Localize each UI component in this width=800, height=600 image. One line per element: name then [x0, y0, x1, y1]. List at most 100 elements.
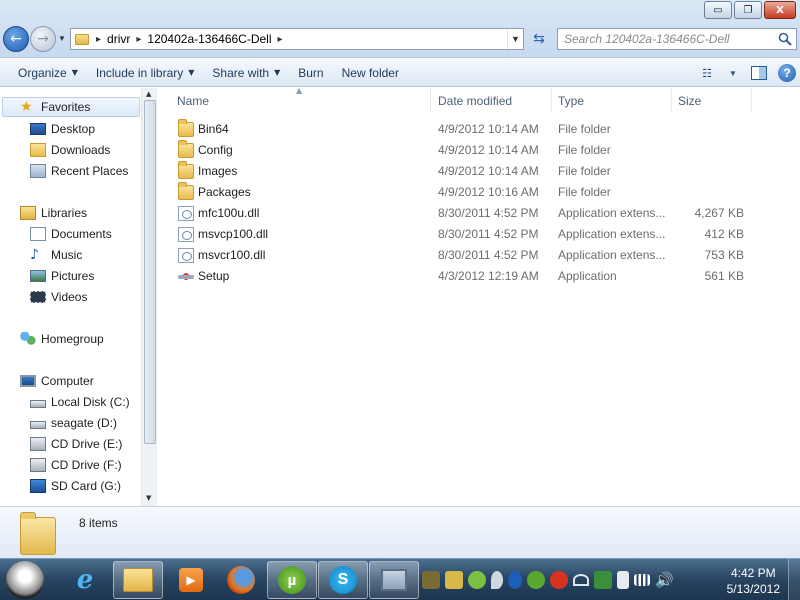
- address-bar[interactable]: ▸ drivr ▸ 120402a-136466C-Dell ▸ ▼: [70, 28, 524, 50]
- file-name: msvcp100.dll: [198, 227, 269, 241]
- start-button[interactable]: [6, 561, 44, 599]
- preview-pane-button[interactable]: [746, 63, 772, 83]
- file-row[interactable]: Setup 4/3/2012 12:19 AM Application 561 …: [158, 266, 800, 287]
- forward-button[interactable]: →: [30, 26, 56, 52]
- breadcrumb-arrow-icon[interactable]: ▸: [278, 34, 283, 45]
- recent-pages-button[interactable]: ▼: [58, 34, 66, 43]
- chevron-down-icon: ▼: [58, 34, 66, 43]
- downloads-icon: [30, 143, 46, 157]
- nav-drive-e[interactable]: CD Drive (E:): [30, 434, 122, 454]
- organize-button[interactable]: Organize ▼: [9, 59, 87, 86]
- burn-button[interactable]: Burn: [289, 59, 332, 86]
- file-type: Application extens...: [558, 206, 666, 220]
- security-shield-icon[interactable]: [594, 571, 612, 589]
- search-box[interactable]: [557, 28, 797, 50]
- search-icon[interactable]: [774, 32, 796, 46]
- column-header-date-modified[interactable]: Date modified: [432, 88, 552, 113]
- breadcrumb-item[interactable]: 120402a-136466C-Dell: [145, 32, 273, 46]
- utorrent-tray-icon[interactable]: [527, 571, 545, 589]
- back-button[interactable]: ←: [3, 26, 29, 52]
- include-in-library-button[interactable]: Include in library ▼: [87, 59, 204, 86]
- taskbar-remote-desktop[interactable]: [369, 561, 419, 599]
- nav-recent-places-label: Recent Places: [51, 164, 129, 178]
- refresh-button[interactable]: ⇆: [527, 28, 551, 50]
- file-row[interactable]: mfc100u.dll 8/30/2011 4:52 PM Applicatio…: [158, 203, 800, 224]
- new-folder-button[interactable]: New folder: [333, 59, 408, 86]
- nav-drive-c[interactable]: Local Disk (C:): [30, 392, 130, 412]
- taskbar-utorrent[interactable]: µ: [267, 561, 317, 599]
- file-row[interactable]: Images 4/9/2012 10:14 AM File folder: [158, 161, 800, 182]
- close-button[interactable]: X: [764, 1, 796, 19]
- nav-recent-places[interactable]: Recent Places: [30, 161, 128, 181]
- show-desktop-button[interactable]: [788, 559, 800, 600]
- taskbar: e ▶ µ S 🔊 4:42 PM 5/13/2012: [0, 558, 800, 600]
- volume-icon[interactable]: 🔊: [655, 571, 674, 589]
- column-header-size[interactable]: Size: [672, 88, 752, 113]
- column-header-name[interactable]: Name: [171, 88, 431, 113]
- column-header-type[interactable]: Type: [552, 88, 672, 113]
- file-size: 4,267 KB: [694, 206, 744, 220]
- dll-icon: [178, 206, 194, 221]
- documents-icon: [30, 227, 46, 241]
- usb-device-icon[interactable]: [617, 571, 629, 589]
- nav-downloads[interactable]: Downloads: [30, 140, 110, 160]
- wireless-icon[interactable]: [573, 574, 589, 586]
- taskbar-windows-explorer[interactable]: [113, 561, 163, 599]
- minimize-button[interactable]: ▭: [704, 1, 732, 19]
- notification-area: 🔊: [422, 565, 712, 595]
- change-view-button[interactable]: ☷: [694, 63, 720, 83]
- file-row[interactable]: Config 4/9/2012 10:14 AM File folder: [158, 140, 800, 161]
- nav-documents[interactable]: Documents: [30, 224, 112, 244]
- command-bar: Organize ▼ Include in library ▼ Share with…: [0, 59, 800, 87]
- taskbar-media-player[interactable]: ▶: [166, 561, 216, 599]
- taskbar-internet-explorer[interactable]: e: [60, 561, 110, 599]
- tray-app-icon[interactable]: [422, 571, 440, 589]
- nav-drive-d[interactable]: seagate (D:): [30, 413, 117, 433]
- taskbar-firefox[interactable]: [216, 561, 266, 599]
- maximize-button[interactable]: ❐: [734, 1, 762, 19]
- sd-card-icon: [30, 479, 46, 493]
- tray-red-icon[interactable]: [550, 571, 568, 589]
- homegroup-icon: [20, 332, 36, 346]
- breadcrumb-arrow-icon[interactable]: ▸: [96, 34, 101, 45]
- nav-drive-f[interactable]: CD Drive (F:): [30, 455, 122, 475]
- file-row[interactable]: msvcr100.dll 8/30/2011 4:52 PM Applicati…: [158, 245, 800, 266]
- network-signal-icon[interactable]: [634, 574, 650, 586]
- scroll-down-icon[interactable]: ▼: [146, 494, 151, 502]
- scroll-up-icon[interactable]: ▲: [146, 90, 151, 98]
- navigation-scrollbar[interactable]: ▲ ▼: [141, 88, 157, 506]
- nav-libraries[interactable]: Libraries: [20, 203, 87, 223]
- nav-favorites[interactable]: ★ Favorites: [2, 97, 140, 117]
- file-row[interactable]: msvcp100.dll 8/30/2011 4:52 PM Applicati…: [158, 224, 800, 245]
- scrollbar-thumb[interactable]: [144, 100, 156, 444]
- cd-drive-icon: [30, 437, 46, 451]
- breadcrumb-arrow-icon[interactable]: ▸: [136, 34, 141, 45]
- help-icon[interactable]: ?: [778, 64, 796, 82]
- nav-computer[interactable]: Computer: [20, 371, 94, 391]
- nav-desktop[interactable]: Desktop: [30, 119, 95, 139]
- clock[interactable]: 4:42 PM 5/13/2012: [727, 565, 780, 597]
- monitor-icon: [381, 569, 407, 591]
- nav-music[interactable]: ♪ Music: [30, 245, 82, 265]
- nav-drive-g[interactable]: SD Card (G:): [30, 476, 121, 496]
- nav-homegroup[interactable]: Homegroup: [20, 329, 104, 349]
- share-with-button[interactable]: Share with ▼: [203, 59, 289, 86]
- tray-drop-icon[interactable]: [491, 571, 503, 589]
- bluetooth-icon[interactable]: [508, 571, 522, 589]
- nav-videos[interactable]: Videos: [30, 287, 87, 307]
- libraries-icon: [20, 206, 36, 220]
- breadcrumb-item[interactable]: drivr: [105, 32, 132, 46]
- view-options-button[interactable]: ▼: [726, 63, 740, 83]
- column-type-label: Type: [558, 93, 585, 108]
- tray-app-icon[interactable]: [445, 571, 463, 589]
- item-count: 8 items: [79, 516, 118, 530]
- address-dropdown-button[interactable]: ▼: [507, 29, 523, 49]
- tray-app-icon[interactable]: [468, 571, 486, 589]
- taskbar-skype[interactable]: S: [318, 561, 368, 599]
- share-with-label: Share with: [212, 65, 270, 80]
- arrow-left-icon: ←: [10, 31, 22, 47]
- file-row[interactable]: Packages 4/9/2012 10:16 AM File folder: [158, 182, 800, 203]
- file-row[interactable]: Bin64 4/9/2012 10:14 AM File folder: [158, 119, 800, 140]
- nav-pictures[interactable]: Pictures: [30, 266, 94, 286]
- search-input[interactable]: [558, 32, 774, 46]
